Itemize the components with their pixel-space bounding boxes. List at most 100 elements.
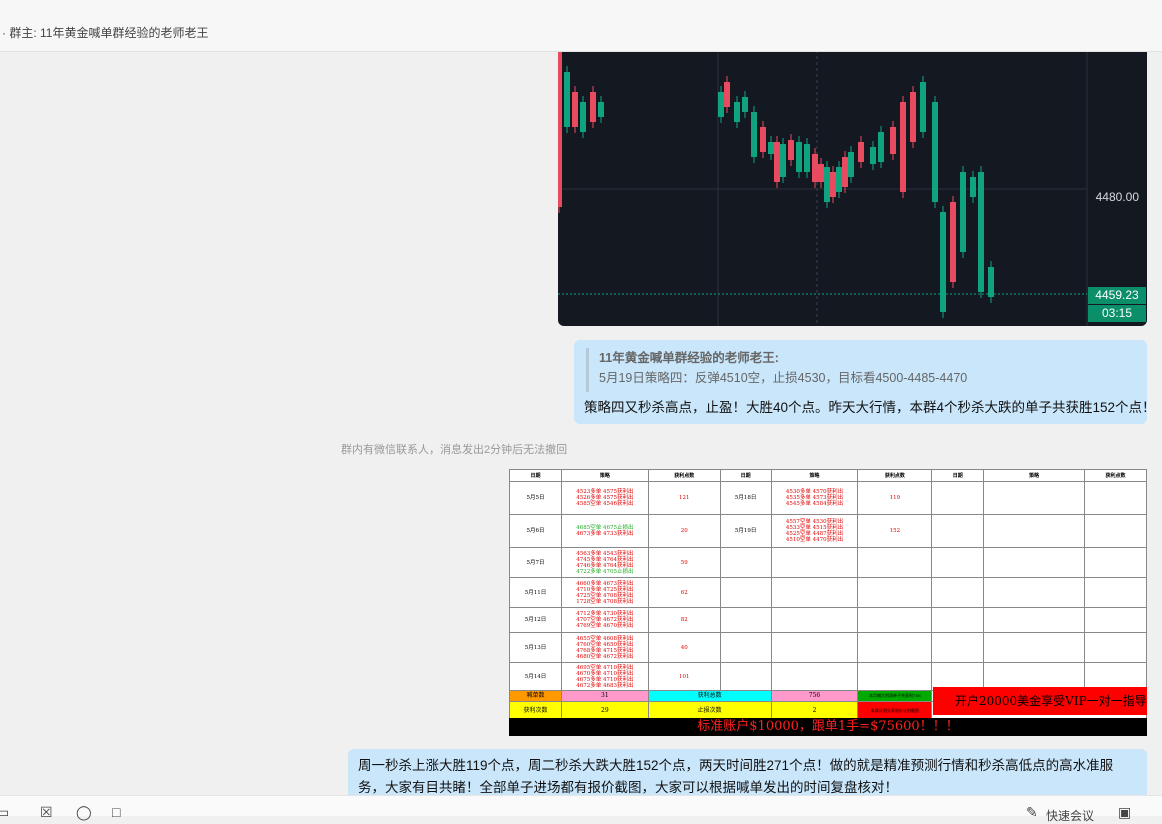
table-cell: 20 <box>647 514 721 548</box>
candle-body <box>920 82 926 132</box>
table-cell: 101 <box>647 662 721 691</box>
candle-body <box>760 127 766 152</box>
table-cell <box>931 514 985 548</box>
bottom-banner: 标准账户$10000，跟单1手=$75600！！！ <box>509 718 1147 736</box>
strategy-line: 4672多单 4683获利出 <box>576 682 634 689</box>
strategy-line: 4769空单 4670获利出 <box>576 623 634 629</box>
table-cell: 5月14日 <box>509 662 562 691</box>
table-cell <box>857 547 933 578</box>
stops-label: 止损次数 <box>647 701 772 720</box>
strategy-line: 4673多单 4733获利出 <box>576 531 634 537</box>
red-note: 本群详细分享报价以附截图 <box>857 701 933 720</box>
candle-body <box>564 72 570 127</box>
table-cell: 4695空单 4710获利出 4670多单 4710获利出 4675多单 4710获… <box>560 662 649 691</box>
candle-body <box>890 127 896 154</box>
total-label: 获利总数 <box>647 690 772 702</box>
table-cell <box>931 577 985 608</box>
table-cell: 119 <box>857 481 933 515</box>
screenshot-icon[interactable]: ☒ <box>40 804 53 821</box>
candle-body <box>940 212 946 312</box>
table-cell <box>719 607 772 633</box>
strategy-line: 4585空单 4546获利出 <box>576 501 634 507</box>
results-table-image[interactable]: 日期 策略 获利点数 日期 策略 获利点数 日期 策略 获利点数 5月5日 4523多单 4575获… <box>509 469 1147 736</box>
chat-header: · 群主: 11年黄金喊单群经验的老师老王 <box>0 0 1162 52</box>
expand-icon[interactable]: ▣ <box>1118 804 1131 821</box>
table-row: 5月12日 4712多单 4730获利出 4707空单 4672获利出 4769空单 … <box>509 607 1147 633</box>
candle-body <box>788 140 794 160</box>
candle-body <box>932 102 938 202</box>
table-cell: 4685空单 4675止损出 4673多单 4733获利出 <box>560 514 649 548</box>
video-icon[interactable]: □ <box>112 804 120 820</box>
table-cell <box>1084 481 1147 515</box>
strategy-line: 4510空单 4470获利出 <box>785 537 844 543</box>
message-bubble[interactable]: 周一秒杀上涨大胜119个点，周二秒杀大跌大胜152个点，两天时间胜271个点！做… <box>348 749 1147 795</box>
table-cell: 5月18日 <box>719 481 772 515</box>
table-cell: 5月7日 <box>509 547 562 578</box>
table-cell: 82 <box>647 607 721 633</box>
message-text: 策略四又秒杀高点，止盈！大胜40个点。昨天大行情，本群4个秒杀大跌的单子共获胜1… <box>584 400 1156 415</box>
candle-body <box>590 92 596 122</box>
table-cell <box>1084 577 1147 608</box>
message-bubble-quote[interactable]: 11年黄金喊单群经验的老师老王: 5月19日策略四：反弹4510空，止损4530… <box>574 340 1156 424</box>
candle-body <box>558 52 562 207</box>
candle-body <box>572 92 578 127</box>
group-title: · 群主: 11年黄金喊单群经验的老师老王 <box>2 26 209 40</box>
message-list[interactable]: 4480.00 4459.23 03:15 11年黄金喊单群经验的老师老王: 5… <box>0 52 1162 795</box>
stops-value: 2 <box>770 701 859 720</box>
candle-body <box>842 157 848 187</box>
table-cell: 4557空单 4530获利出 4533空单 4515获利出 4525空单 4487获… <box>770 514 859 548</box>
candle-body <box>804 144 810 172</box>
table-row: 5月7日 4563多单 4543获利出 4745多单 4764获利出 4746多单 4… <box>509 547 1147 578</box>
quick-meeting-button[interactable]: 快速会议 <box>1046 807 1094 824</box>
table-header: 获利点数 <box>857 469 933 482</box>
table-cell: 152 <box>857 514 933 548</box>
table-cell: 5月5日 <box>509 481 562 515</box>
strategy-line: 4545多单 4584获利出 <box>785 501 844 507</box>
table-cell <box>1084 514 1147 548</box>
table-cell <box>770 632 859 663</box>
table-cell <box>983 577 1086 608</box>
price-level-label: 4480.00 <box>1095 190 1139 204</box>
quote-text: 5月19日策略四：反弹4510空，止损4530，目标看4500-4485-447… <box>599 371 968 385</box>
system-notice: 群内有微信联系人，消息发出2分钟后无法撤回 <box>341 444 568 456</box>
table-header: 日期 <box>509 469 562 482</box>
table-row: 5月11日 4660多单 4673获利出 4710多单 4725获利出 4725空单 … <box>509 577 1147 608</box>
chart-screenshot[interactable]: 4480.00 4459.23 03:15 <box>558 52 1147 326</box>
table-cell <box>931 481 985 515</box>
candle-body <box>774 142 780 182</box>
table-cell <box>1084 547 1147 578</box>
results-table: 日期 策略 获利点数 日期 策略 获利点数 日期 策略 获利点数 5月5日 4523多单 4575获… <box>509 469 1147 720</box>
candle-body <box>960 172 966 252</box>
table-cell: 5月19日 <box>719 514 772 548</box>
folder-icon[interactable]: ▭ <box>0 804 9 821</box>
table-cell: 4563多单 4543获利出 4745多单 4764获利出 4746多单 4764获… <box>560 547 649 578</box>
candle-body <box>580 102 586 132</box>
candle-body <box>824 167 830 202</box>
candle-body <box>878 132 884 162</box>
candle-body <box>780 144 786 177</box>
table-cell: 40 <box>647 632 721 663</box>
calls-label: 喊单数 <box>509 690 562 702</box>
table-cell <box>931 607 985 633</box>
table-cell <box>983 514 1086 548</box>
table-cell <box>983 632 1086 663</box>
table-cell <box>719 577 772 608</box>
pen-icon[interactable]: ✎ <box>1026 804 1038 821</box>
table-header: 日期 <box>931 469 985 482</box>
table-cell: 5月12日 <box>509 607 562 633</box>
table-cell <box>983 607 1086 633</box>
table-row: 5月5日 4523多单 4575获利出 4526多单 4575获利出 4585空单 4… <box>509 481 1147 515</box>
candle-body <box>830 172 836 197</box>
candle-body <box>900 102 906 192</box>
strategy-line: 4680空单 4672获利出 <box>576 653 634 660</box>
table-cell: 121 <box>647 481 721 515</box>
candle-body <box>970 177 976 197</box>
table-cell <box>857 662 933 691</box>
quoted-message[interactable]: 11年黄金喊单群经验的老师老王: 5月19日策略四：反弹4510空，止损4530… <box>586 348 967 392</box>
table-cell: 62 <box>647 577 721 608</box>
table-header: 策略 <box>560 469 649 482</box>
calls-value: 31 <box>560 690 649 702</box>
strategy-line: 4722多单 4705止损出 <box>576 568 634 575</box>
chat-history-icon[interactable]: ◯ <box>76 804 92 821</box>
table-cell: 5月6日 <box>509 514 562 548</box>
